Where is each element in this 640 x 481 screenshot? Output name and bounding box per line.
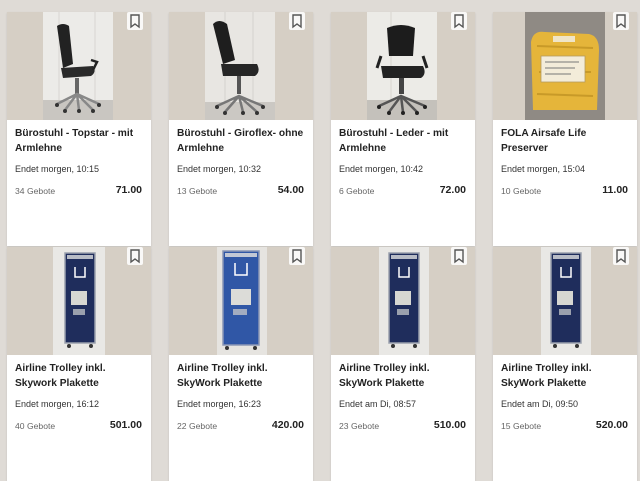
bookmark-icon[interactable] [127, 247, 143, 265]
listing-title[interactable]: Bürostuhl - Leder - mit Armlehne [339, 126, 469, 156]
listing-card[interactable]: Airline Trolley inkl. SkyWork Plakette E… [331, 247, 475, 481]
listing-bid-count: 6 Gebote [339, 186, 375, 196]
listing-bid-count: 34 Gebote [15, 186, 56, 196]
bookmark-icon[interactable] [451, 12, 467, 30]
listing-end-time: Endet morgen, 10:42 [339, 164, 424, 174]
listing-card[interactable]: Airline Trolley inkl. SkyWork Plakette E… [493, 247, 637, 481]
airline-trolley-image[interactable] [7, 247, 151, 355]
listing-card[interactable]: Bürostuhl - Giroflex- ohne Armlehne Ende… [169, 12, 313, 246]
listing-price: 510.00 [433, 419, 466, 431]
airline-trolley-image[interactable] [331, 247, 475, 355]
listing-end-time: Endet am Di, 08:57 [339, 399, 417, 409]
listing-price: 11.00 [602, 184, 628, 196]
listing-card[interactable]: FOLA Airsafe Life Preserver Endet morgen… [493, 12, 637, 246]
listing-end-time: Endet morgen, 10:15 [15, 164, 100, 174]
bookmark-icon[interactable] [289, 247, 305, 265]
bookmark-icon[interactable] [127, 12, 143, 30]
listing-bid-count: 23 Gebote [339, 421, 380, 431]
office-chair-image[interactable] [331, 12, 475, 120]
listing-card[interactable]: Airline Trolley inkl. Skywork Plakette E… [7, 247, 151, 481]
listing-title[interactable]: Bürostuhl - Giroflex- ohne Armlehne [177, 126, 307, 156]
listing-price: 501.00 [109, 419, 142, 431]
listing-title[interactable]: Bürostuhl - Topstar - mit Armlehne [15, 126, 145, 156]
listing-end-time: Endet morgen, 16:12 [15, 399, 100, 409]
listing-price: 72.00 [439, 184, 466, 196]
bookmark-icon[interactable] [451, 247, 467, 265]
listing-title[interactable]: FOLA Airsafe Life Preserver [501, 126, 631, 156]
listing-price: 54.00 [277, 184, 304, 196]
office-chair-image[interactable] [169, 12, 313, 120]
listing-price: 71.00 [115, 184, 142, 196]
bookmark-icon[interactable] [289, 12, 305, 30]
life-preserver-package-image[interactable] [493, 12, 637, 120]
listing-end-time: Endet morgen, 10:32 [177, 164, 262, 174]
listing-bid-count: 13 Gebote [177, 186, 218, 196]
listing-title[interactable]: Airline Trolley inkl. SkyWork Plakette [501, 361, 631, 391]
airline-trolley-image[interactable] [169, 247, 313, 355]
listing-bid-count: 15 Gebote [501, 421, 542, 431]
listing-end-time: Endet morgen, 15:04 [501, 164, 586, 174]
listing-bid-count: 22 Gebote [177, 421, 218, 431]
listing-end-time: Endet morgen, 16:23 [177, 399, 262, 409]
bookmark-icon[interactable] [613, 12, 629, 30]
listing-card[interactable]: Airline Trolley inkl. SkyWork Plakette E… [169, 247, 313, 481]
listing-card[interactable]: Bürostuhl - Topstar - mit Armlehne Endet… [7, 12, 151, 246]
listing-end-time: Endet am Di, 09:50 [501, 399, 579, 409]
office-chair-image[interactable] [7, 12, 151, 120]
airline-trolley-image[interactable] [493, 247, 637, 355]
listing-bid-count: 10 Gebote [501, 186, 542, 196]
listing-price: 420.00 [271, 419, 304, 431]
listing-price: 520.00 [595, 419, 628, 431]
listing-title[interactable]: Airline Trolley inkl. SkyWork Plakette [177, 361, 307, 391]
listing-card[interactable]: Bürostuhl - Leder - mit Armlehne Endet m… [331, 12, 475, 246]
listing-title[interactable]: Airline Trolley inkl. Skywork Plakette [15, 361, 145, 391]
listing-bid-count: 40 Gebote [15, 421, 56, 431]
listing-title[interactable]: Airline Trolley inkl. SkyWork Plakette [339, 361, 469, 391]
bookmark-icon[interactable] [613, 247, 629, 265]
